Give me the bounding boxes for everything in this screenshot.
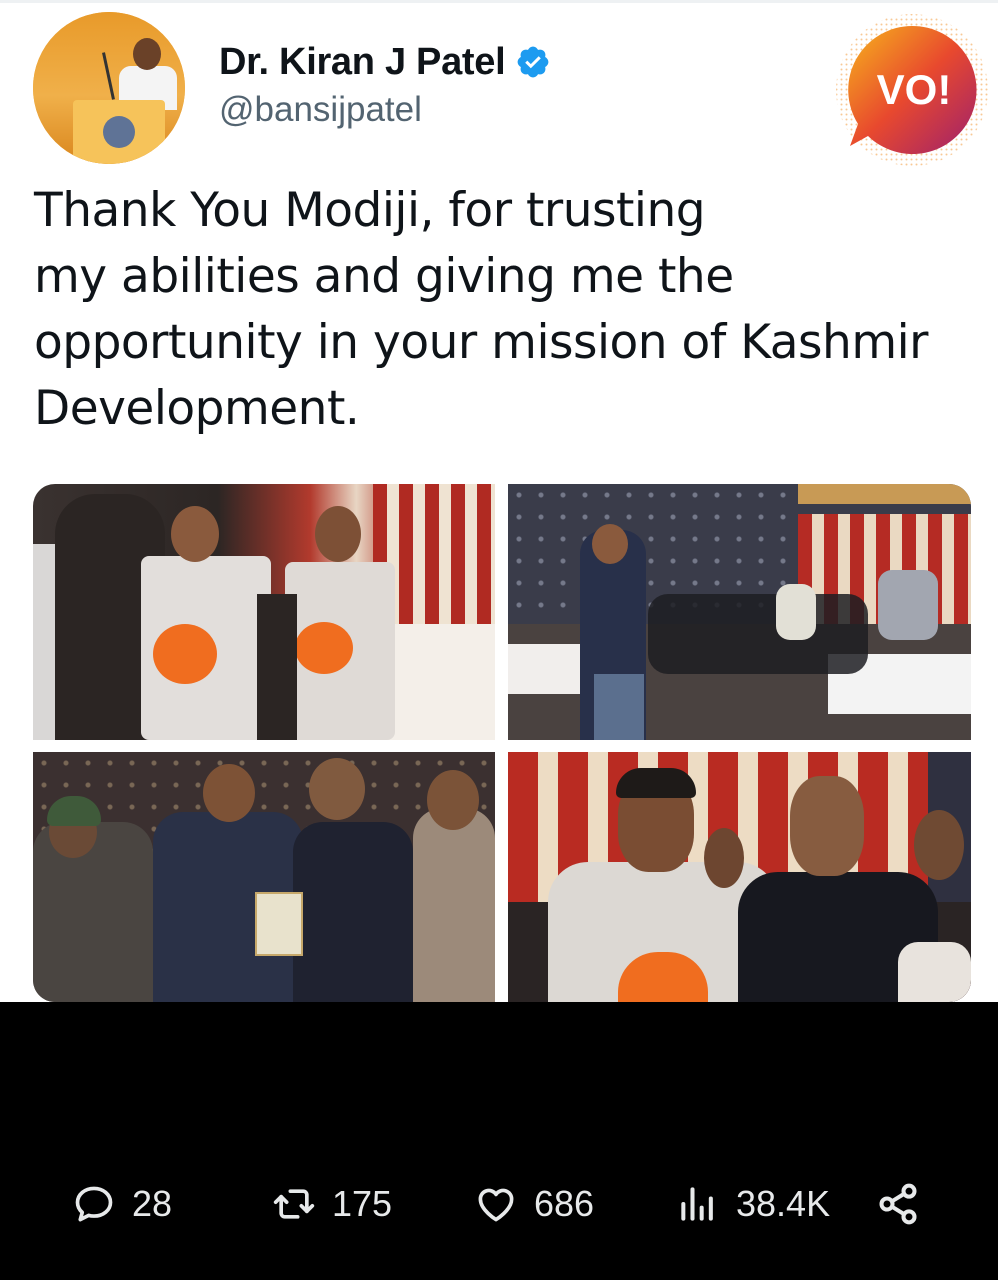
media-grid (33, 484, 971, 1002)
author-name-row[interactable]: Dr. Kiran J Patel (219, 41, 551, 84)
author-handle[interactable]: @bansijpatel (219, 90, 422, 130)
views-button[interactable]: 38.4K (676, 1180, 830, 1228)
tweet-line: Development. (34, 381, 360, 436)
tweet-photo-4[interactable] (508, 752, 971, 1002)
reply-count: 28 (132, 1183, 173, 1224)
tweet-photo-2[interactable] (508, 484, 971, 740)
tweet-photo-3[interactable] (33, 752, 495, 1002)
tweet-line: Thank You Modiji, for trusting (34, 183, 706, 238)
author-avatar[interactable] (33, 12, 185, 164)
vo-brand-logo: VO! (836, 14, 988, 166)
tweet-text: Thank You Modiji, for trusting my abilit… (34, 178, 964, 442)
reply-button[interactable]: 28 (72, 1180, 172, 1228)
verified-badge-icon (517, 46, 549, 78)
author-display-name[interactable]: Dr. Kiran J Patel (219, 41, 506, 84)
retweet-icon (273, 1189, 315, 1219)
avatar-podium-logo (103, 116, 135, 148)
retweet-count: 175 (332, 1183, 393, 1224)
share-icon (879, 1183, 917, 1225)
views-bar-chart-icon (681, 1187, 713, 1221)
top-divider (0, 0, 998, 3)
reply-icon (75, 1186, 113, 1222)
like-button[interactable]: 686 (474, 1180, 594, 1228)
vo-logo-text: VO! (877, 66, 952, 113)
tweet-line: opportunity in your mission of Kashmir (34, 315, 929, 370)
like-count: 686 (534, 1183, 595, 1224)
avatar-person-head (133, 38, 161, 70)
tweet-line: my abilities and giving me the (34, 249, 734, 304)
heart-icon (478, 1188, 514, 1222)
tweet-photo-1[interactable] (33, 484, 495, 740)
retweet-button[interactable]: 175 (272, 1180, 392, 1228)
action-bar-background (0, 1002, 998, 1280)
share-button[interactable] (876, 1180, 920, 1228)
view-count: 38.4K (736, 1183, 831, 1224)
